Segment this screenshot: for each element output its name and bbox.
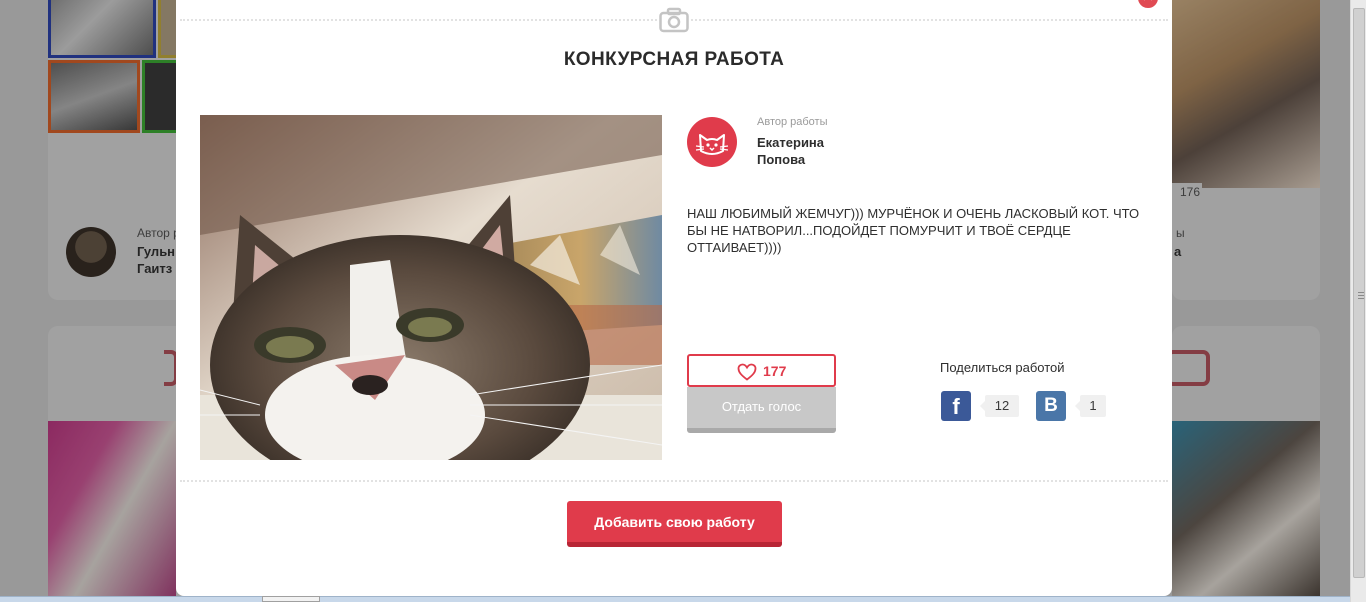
scrollbar-grip: [1358, 298, 1364, 299]
share-label: Поделиться работой: [940, 360, 1065, 375]
contest-photo[interactable]: [200, 115, 662, 460]
cat-face-icon: [687, 117, 737, 167]
vote-button[interactable]: Отдать голос: [687, 387, 836, 433]
page-scrollbar[interactable]: [1350, 0, 1366, 602]
facebook-icon[interactable]: f: [941, 391, 971, 421]
scrollbar-thumb[interactable]: [1353, 8, 1365, 578]
taskbar-button[interactable]: [262, 596, 320, 602]
heart-icon: [737, 363, 757, 386]
os-taskbar: [0, 596, 1350, 602]
divider-bottom: [180, 480, 1168, 482]
like-count: 177: [763, 363, 787, 379]
author-caption: Автор работы: [757, 116, 828, 128]
scrollbar-grip: [1358, 295, 1364, 296]
vk-icon[interactable]: В: [1036, 391, 1066, 421]
author-first-name: Екатерина: [757, 135, 825, 150]
author-last-name: Попова: [757, 152, 806, 167]
author-name[interactable]: Екатерина Попова: [757, 134, 824, 168]
vk-share-count: 1: [1075, 395, 1106, 417]
modal-title: КОНКУРСНАЯ РАБОТА: [563, 49, 785, 70]
like-counter[interactable]: 177: [687, 354, 836, 387]
scrollbar-grip: [1358, 292, 1364, 293]
entry-description: НАШ ЛЮБИМЫЙ ЖЕМЧУГ))) МУРЧЁНОК И ОЧЕНЬ Л…: [687, 206, 1140, 255]
add-entry-button[interactable]: Добавить свою работу: [567, 501, 782, 547]
camera-icon: [657, 7, 691, 33]
facebook-share-count: 12: [980, 395, 1019, 417]
